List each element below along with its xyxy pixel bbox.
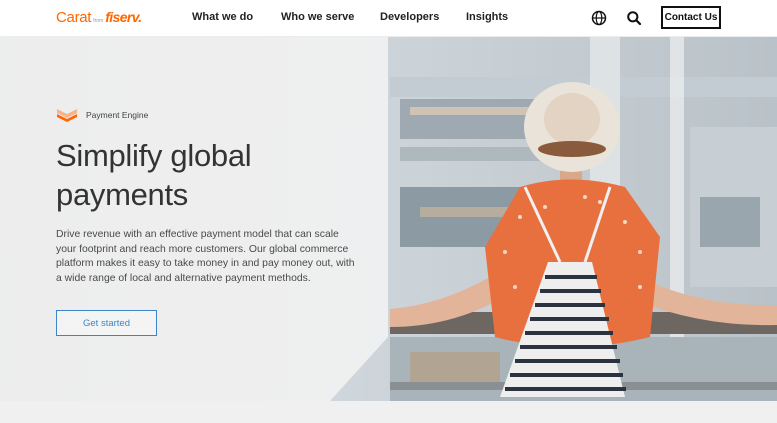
contact-us-button[interactable]: Contact Us [661,6,721,29]
nav-developers[interactable]: Developers [380,11,439,23]
nav-what-we-do[interactable]: What we do [192,11,253,23]
nav-who-we-serve[interactable]: Who we serve [281,11,354,23]
hero-headline: Simplify global payments [56,138,252,212]
next-section-strip [0,401,777,423]
hero-text-panel [0,37,388,401]
product-eyebrow: Payment Engine [56,107,148,123]
logo-carat-text: Carat [56,9,92,26]
hero-section: Payment Engine Simplify global payments … [0,37,777,401]
hero-description: Drive revenue with an effective payment … [56,229,355,284]
logo-from-text: from [93,18,104,24]
eyebrow-label: Payment Engine [86,110,149,120]
payment-engine-icon [57,109,77,122]
site-header: Carat from fiserv. What we do Who we ser… [0,0,777,37]
nav-insights[interactable]: Insights [466,11,508,23]
carat-fiserv-logo[interactable]: Carat from fiserv. [56,9,142,27]
get-started-button[interactable]: Get started [56,310,157,336]
search-icon[interactable] [626,10,642,26]
logo-fiserv-text: fiserv. [105,9,142,25]
globe-icon[interactable] [591,10,607,26]
